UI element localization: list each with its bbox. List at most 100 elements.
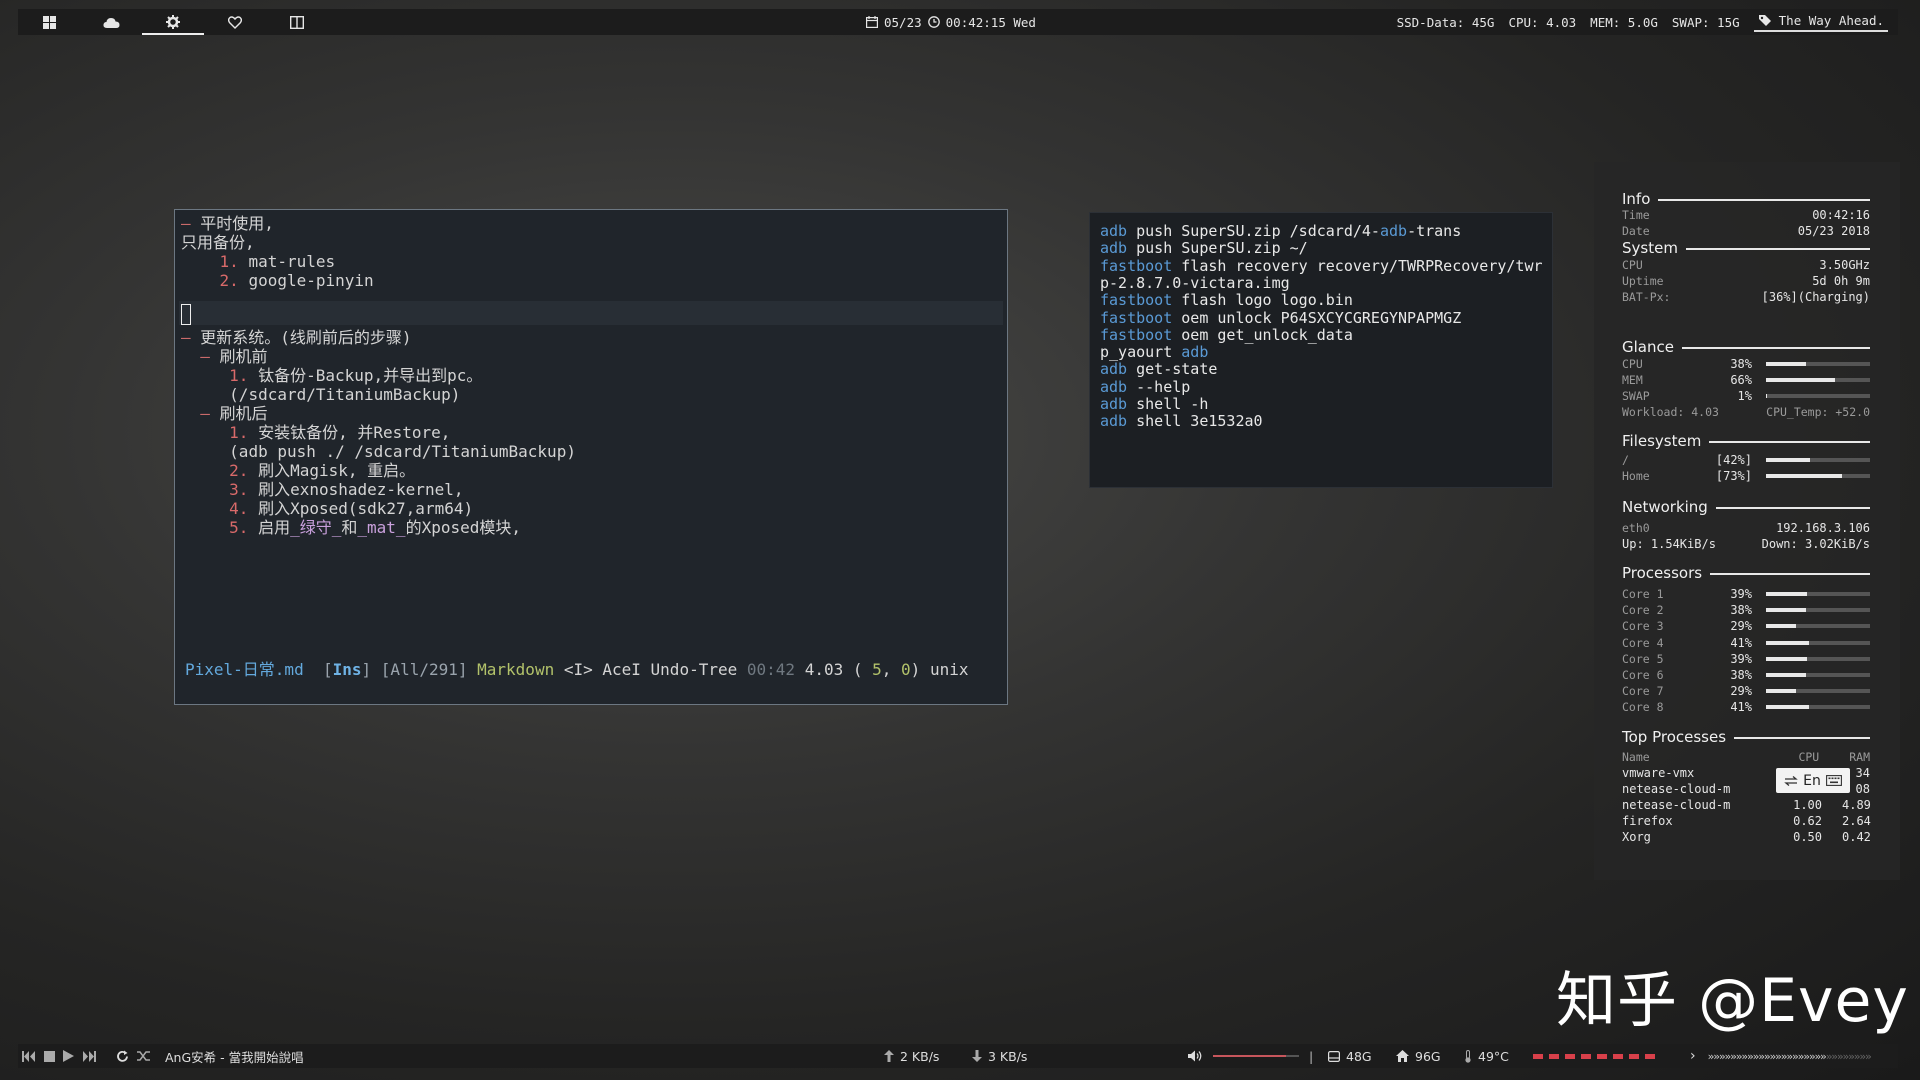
editor-line[interactable]: 5. 启用_绿守_和_mat_的Xposed模块,: [181, 518, 521, 538]
core-row-percent: 39%: [1730, 651, 1752, 666]
editor-line[interactable]: – 刷机后: [181, 404, 267, 424]
workspace-1[interactable]: [18, 9, 80, 35]
core-row-percent: 29%: [1730, 619, 1752, 634]
eth-label: eth0: [1622, 521, 1650, 535]
next-track-icon[interactable]: [82, 1050, 96, 1062]
stop-icon[interactable]: [44, 1050, 55, 1062]
thermometer-icon: [1465, 1049, 1471, 1063]
core-row-label: Core 6: [1622, 668, 1664, 682]
bottom-bar: AnG安希 - 當我開始說唱 2 KB/s 3 KB/s | 48G 96G 4…: [18, 1044, 1898, 1068]
ssd-stat: SSD-Data: 45G: [1396, 14, 1495, 30]
clock-icon: [927, 16, 940, 28]
processors-section-title: Processors: [1622, 564, 1870, 582]
core-row: Core 1 39%: [1622, 586, 1870, 602]
volume-control[interactable]: |: [1188, 1044, 1313, 1068]
editor-line[interactable]: – 平时使用,: [181, 214, 274, 234]
glance-row-label: MEM: [1622, 373, 1643, 387]
workspace-4[interactable]: [204, 9, 266, 35]
network-section-title: Networking: [1622, 498, 1870, 516]
process-row: Xorg 0.50 0.42: [1622, 829, 1871, 845]
mem-stat: MEM: 5.0G: [1590, 14, 1658, 30]
status-line-num: 5: [872, 660, 882, 679]
editor-line[interactable]: 只用备份,: [181, 233, 255, 253]
battery-label: BAT-Px:: [1622, 290, 1671, 304]
temperature: 49°C: [1464, 1044, 1509, 1068]
clock: 05/23 00:42:15 Wed: [866, 9, 1036, 35]
status-col-num: 0: [901, 660, 911, 679]
progress-arrows: › »»»»»»»»»»»»»»»»»»»»»»»»»»»»»: [1690, 1048, 1872, 1064]
play-icon[interactable]: [63, 1050, 74, 1062]
filesystem-row: Home [73%]: [1622, 468, 1870, 484]
core-row: Core 8 41%: [1622, 699, 1870, 715]
core-row-bar: [1766, 705, 1870, 710]
vim-editor-window[interactable]: – 平时使用, 只用备份, 1. mat-rules 2. google-piny…: [174, 209, 1008, 705]
chevron-right-icon: ›: [1690, 1048, 1696, 1064]
repeat-icon[interactable]: [116, 1050, 129, 1063]
terminal-line: adb shell -h: [1100, 395, 1209, 413]
arrow-down-icon: [972, 1050, 982, 1062]
shuffle-icon[interactable]: [137, 1050, 151, 1062]
core-row-label: Core 2: [1622, 603, 1664, 618]
watermark: 知乎 @Evey: [1556, 966, 1909, 1036]
glance-section-title: Glance: [1622, 338, 1870, 356]
core-row: Core 3 29%: [1622, 618, 1870, 634]
process-name: firefox: [1622, 814, 1673, 828]
editor-line[interactable]: 2. 刷入Magisk, 重启。: [181, 461, 415, 481]
editor-line[interactable]: (adb push ./ /sdcard/TitaniumBackup): [181, 442, 576, 462]
uptime-value: 5d 0h 9m: [1812, 274, 1870, 288]
editor-line[interactable]: 3. 刷入exnoshadez-kernel,: [181, 480, 463, 500]
filesystem-row-percent: [73%]: [1715, 469, 1752, 483]
workspace-3[interactable]: [142, 9, 204, 35]
core-row: Core 4 41%: [1622, 635, 1870, 651]
time-label: Time: [1622, 208, 1650, 222]
volume-slider[interactable]: [1213, 1055, 1299, 1057]
quote-text: The Way Ahead.: [1778, 12, 1884, 28]
terminal-window[interactable]: adb push SuperSU.zip /sdcard/4-adb-trans…: [1089, 212, 1553, 488]
editor-line[interactable]: 4. 刷入Xposed(sdk27,arm64): [181, 499, 473, 519]
workspace-2[interactable]: [80, 9, 142, 35]
process-cpu: 0.50: [1793, 830, 1822, 844]
gear-icon: [166, 15, 180, 29]
previous-track-icon[interactable]: [22, 1050, 36, 1062]
filesystem-section-title: Filesystem: [1622, 432, 1870, 450]
system-stats: SSD-Data: 45G CPU: 4.03 MEM: 5.0G SWAP: …: [1397, 9, 1888, 35]
status-format: unix: [929, 660, 969, 679]
cpu-temp: CPU_Temp: +52.0: [1766, 405, 1870, 419]
status-filename: Pixel-日常.md: [185, 660, 304, 679]
editor-line[interactable]: (/sdcard/TitaniumBackup): [181, 385, 460, 405]
core-row-bar: [1766, 624, 1870, 629]
speaker-icon: [1188, 1050, 1202, 1062]
workspace-5[interactable]: [266, 9, 328, 35]
core-row-bar: [1766, 640, 1870, 645]
terminal-line: fastboot oem get_unlock_data: [1100, 325, 1353, 344]
windows-icon: [42, 15, 56, 29]
split-icon: [290, 15, 304, 29]
core-row-percent: 41%: [1730, 635, 1752, 650]
editor-line[interactable]: – 更新系统。(线刷前后的步骤): [181, 328, 412, 348]
core-row-label: Core 7: [1622, 684, 1664, 699]
editor-line[interactable]: 1. mat-rules: [181, 252, 336, 272]
filesystem-row-label: /: [1622, 453, 1629, 467]
terminal-line: fastboot flash logo logo.bin: [1100, 291, 1353, 310]
editor-line[interactable]: 1. 钛备份-Backup,并导出到pc。: [181, 366, 482, 386]
process-name: netease-cloud-m: [1622, 782, 1731, 796]
terminal-line: adb push SuperSU.zip ~/: [1100, 239, 1308, 258]
editor-line[interactable]: – 刷机前: [181, 347, 267, 367]
keyboard-icon: [1825, 775, 1842, 786]
editor-line[interactable]: 2. google-pinyin: [181, 271, 374, 291]
net-up: Up: 1.54KiB/s: [1622, 537, 1716, 551]
process-name: Xorg: [1622, 830, 1651, 844]
status-load: 4.03: [804, 660, 844, 679]
input-method-indicator[interactable]: En: [1776, 768, 1850, 793]
status-flags: <I> AceI Undo-Tree: [563, 660, 738, 679]
core-row-label: Core 3: [1622, 619, 1664, 634]
editor-line[interactable]: 1. 安装钛备份, 并Restore,: [181, 423, 450, 443]
core-row-label: Core 5: [1622, 651, 1664, 666]
battery-value: [36%](Charging): [1761, 290, 1870, 304]
now-playing: AnG安希 - 當我開始說唱: [165, 1049, 304, 1065]
date-value: 05/23 2018: [1797, 224, 1870, 238]
core-row-bar: [1766, 592, 1870, 596]
core-row-label: Core 4: [1622, 635, 1664, 650]
filesystem-row-label: Home: [1622, 469, 1650, 483]
top-header-ram: RAM: [1849, 750, 1870, 764]
